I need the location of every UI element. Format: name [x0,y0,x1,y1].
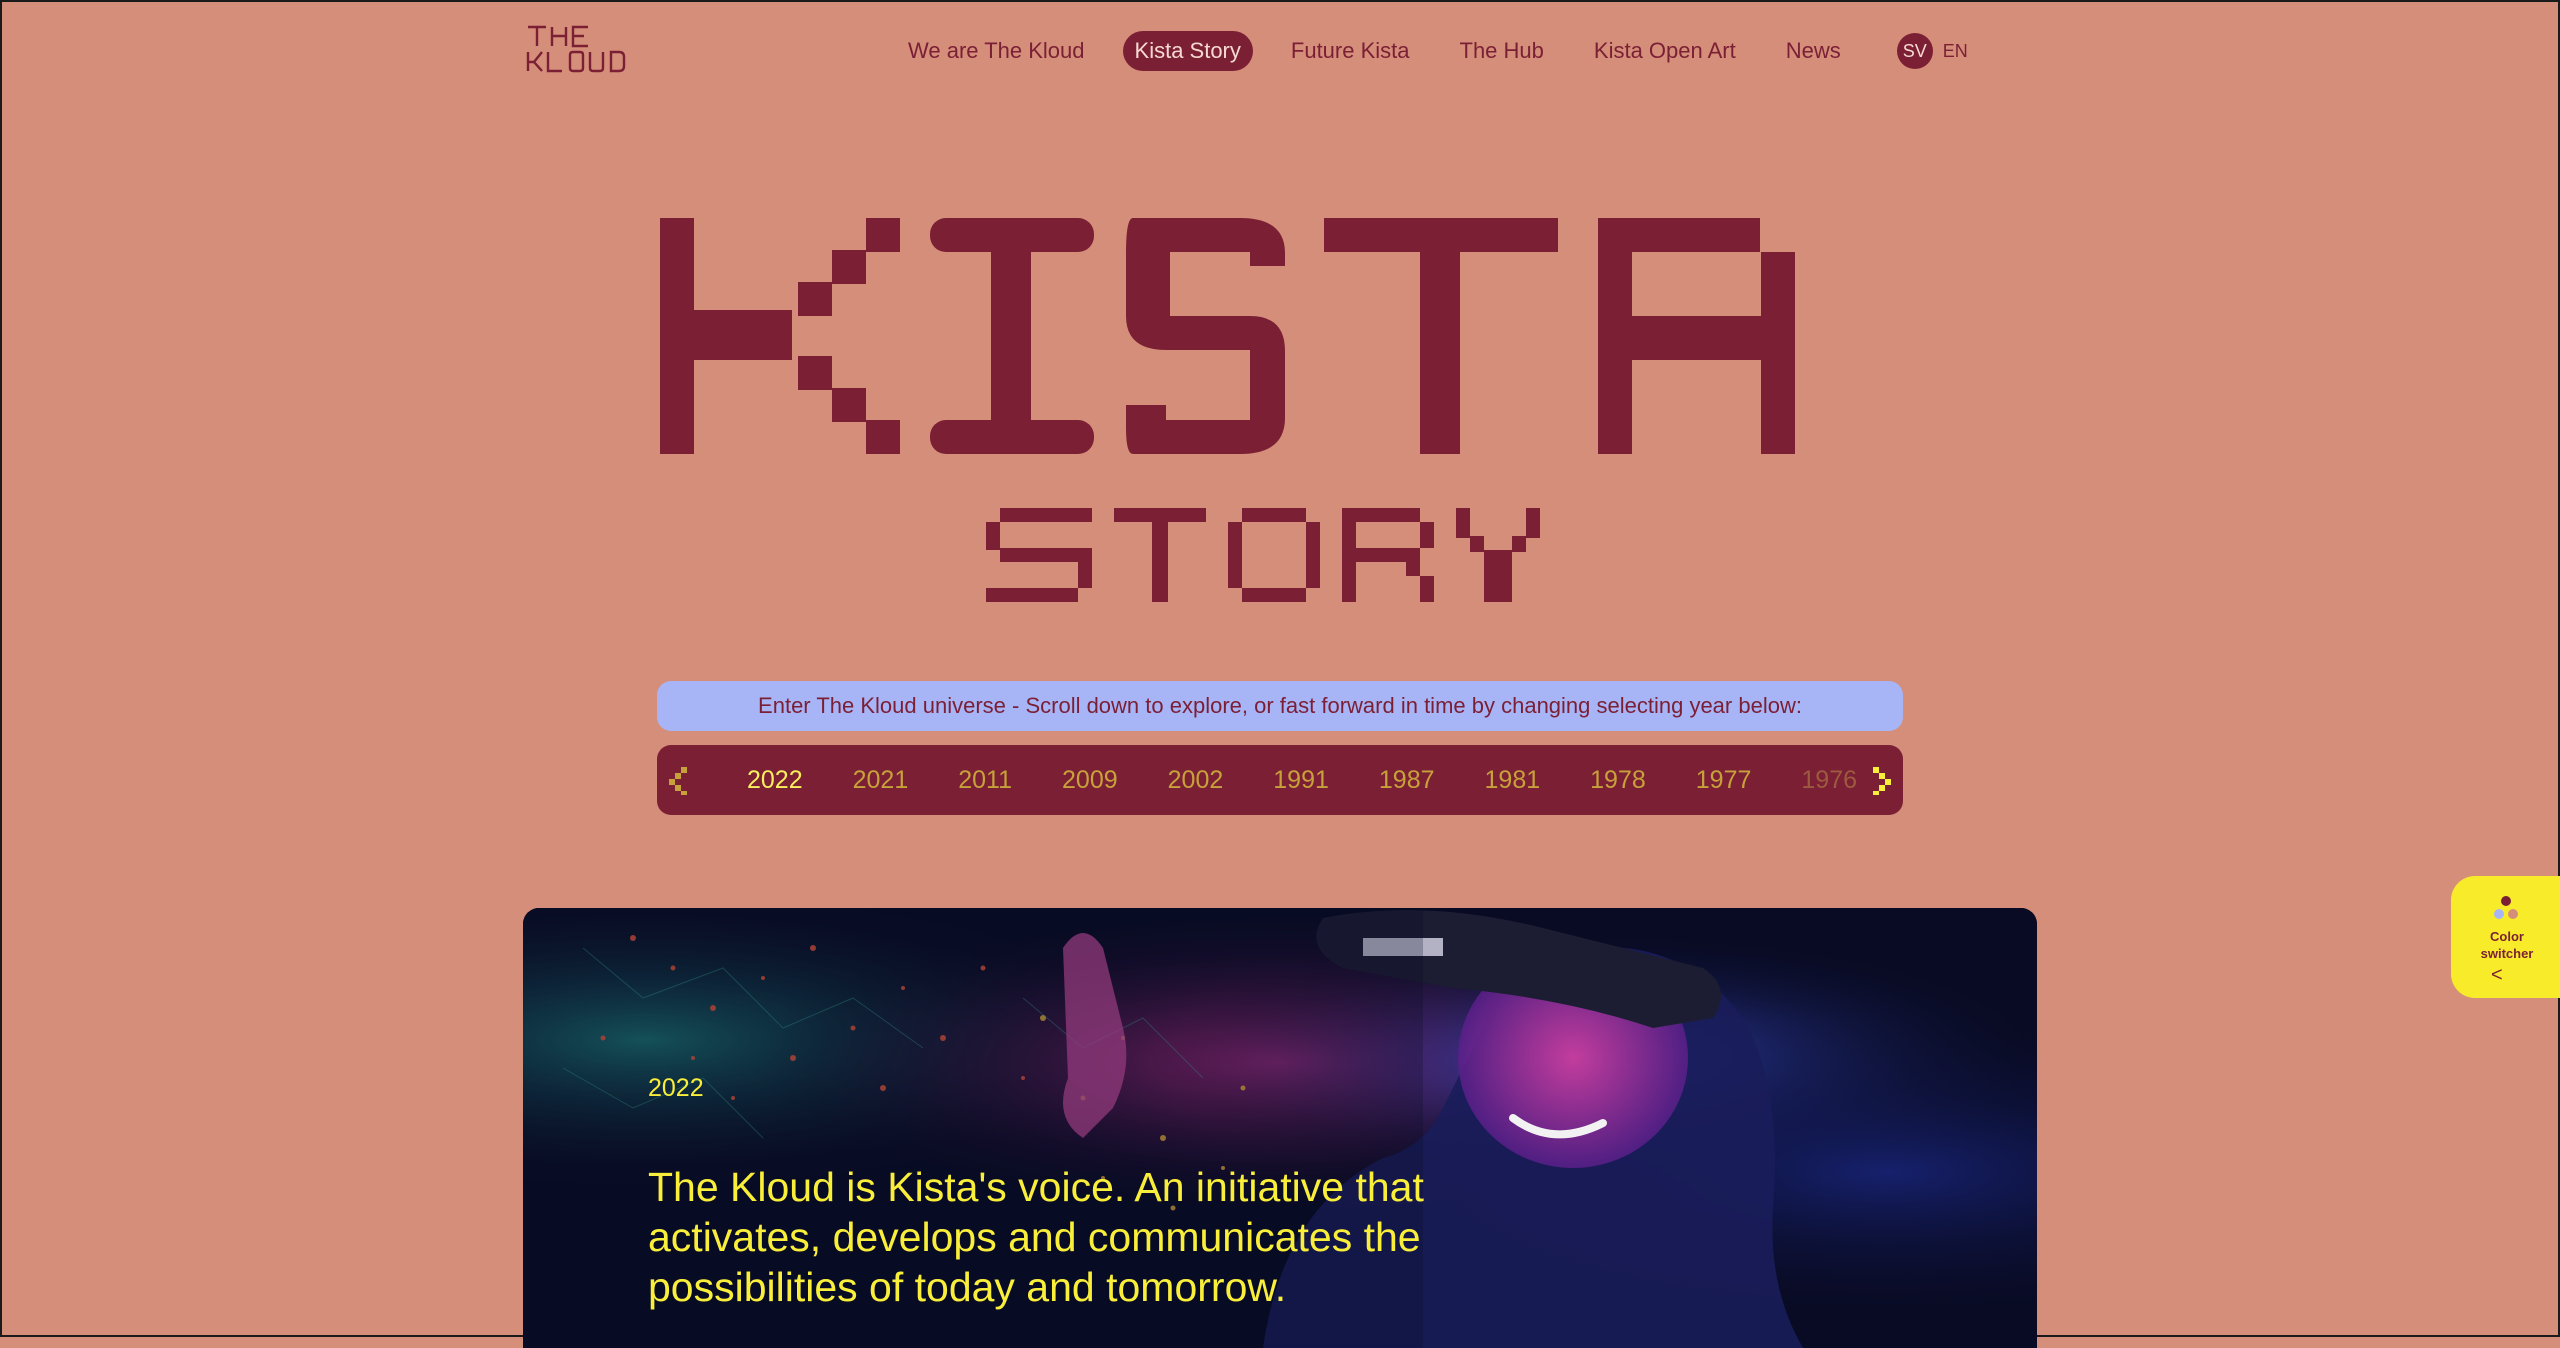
year-1976[interactable]: 1976 [1801,766,1857,795]
year-list: 2022 2021 2011 2009 2002 1991 1987 1981 … [703,766,1857,795]
year-1978[interactable]: 1978 [1590,766,1646,795]
language-switcher: SV EN [1896,33,1968,69]
feature-card[interactable]: 2022 The Kloud is Kista's voice. An init… [523,908,2037,1348]
lang-en-button[interactable]: EN [1943,41,1968,62]
logo-mark [526,25,626,73]
color-switcher-button[interactable]: Color switcher < [2451,876,2560,998]
hero-title [660,218,1900,623]
prev-year-button[interactable] [657,745,703,815]
year-1977[interactable]: 1977 [1696,766,1752,795]
intro-text: Enter The Kloud universe - Scroll down t… [758,693,1802,718]
next-year-button[interactable] [1857,745,1903,815]
collapse-arrow-icon: < [2491,964,2503,986]
feature-headline: The Kloud is Kista's voice. An initiativ… [648,1164,1424,1310]
year-selector: 2022 2021 2011 2009 2002 1991 1987 1981 … [657,745,1903,815]
year-1981[interactable]: 1981 [1485,766,1541,795]
year-2022[interactable]: 2022 [747,766,803,795]
kista-story-title-graphic [660,218,1795,602]
year-1991[interactable]: 1991 [1273,766,1329,795]
year-1987[interactable]: 1987 [1379,766,1435,795]
palette-dots-icon [2494,896,2518,919]
feature-year: 2022 [648,1074,704,1102]
year-2009[interactable]: 2009 [1062,766,1118,795]
chevron-left-icon [669,767,687,795]
lang-sv-button[interactable]: SV [1896,33,1933,69]
year-2011[interactable]: 2011 [958,766,1012,795]
main-nav: We are The Kloud Kista Story Future Kist… [896,29,1968,73]
nav-item-kista-open-art[interactable]: Kista Open Art [1582,31,1748,71]
chevron-right-icon [1873,767,1891,795]
color-switcher-label: Color switcher [2480,929,2534,961]
nav-item-news[interactable]: News [1774,31,1853,71]
nav-item-future-kista[interactable]: Future Kista [1279,31,1422,71]
nav-item-kista-story[interactable]: Kista Story [1122,31,1253,71]
year-2002[interactable]: 2002 [1168,766,1224,795]
intro-banner: Enter The Kloud universe - Scroll down t… [657,681,1903,731]
year-2021[interactable]: 2021 [853,766,909,795]
nav-item-the-hub[interactable]: The Hub [1448,31,1556,71]
nav-item-we-are-the-kloud[interactable]: We are The Kloud [896,31,1097,71]
the-kloud-logo[interactable] [526,24,642,74]
